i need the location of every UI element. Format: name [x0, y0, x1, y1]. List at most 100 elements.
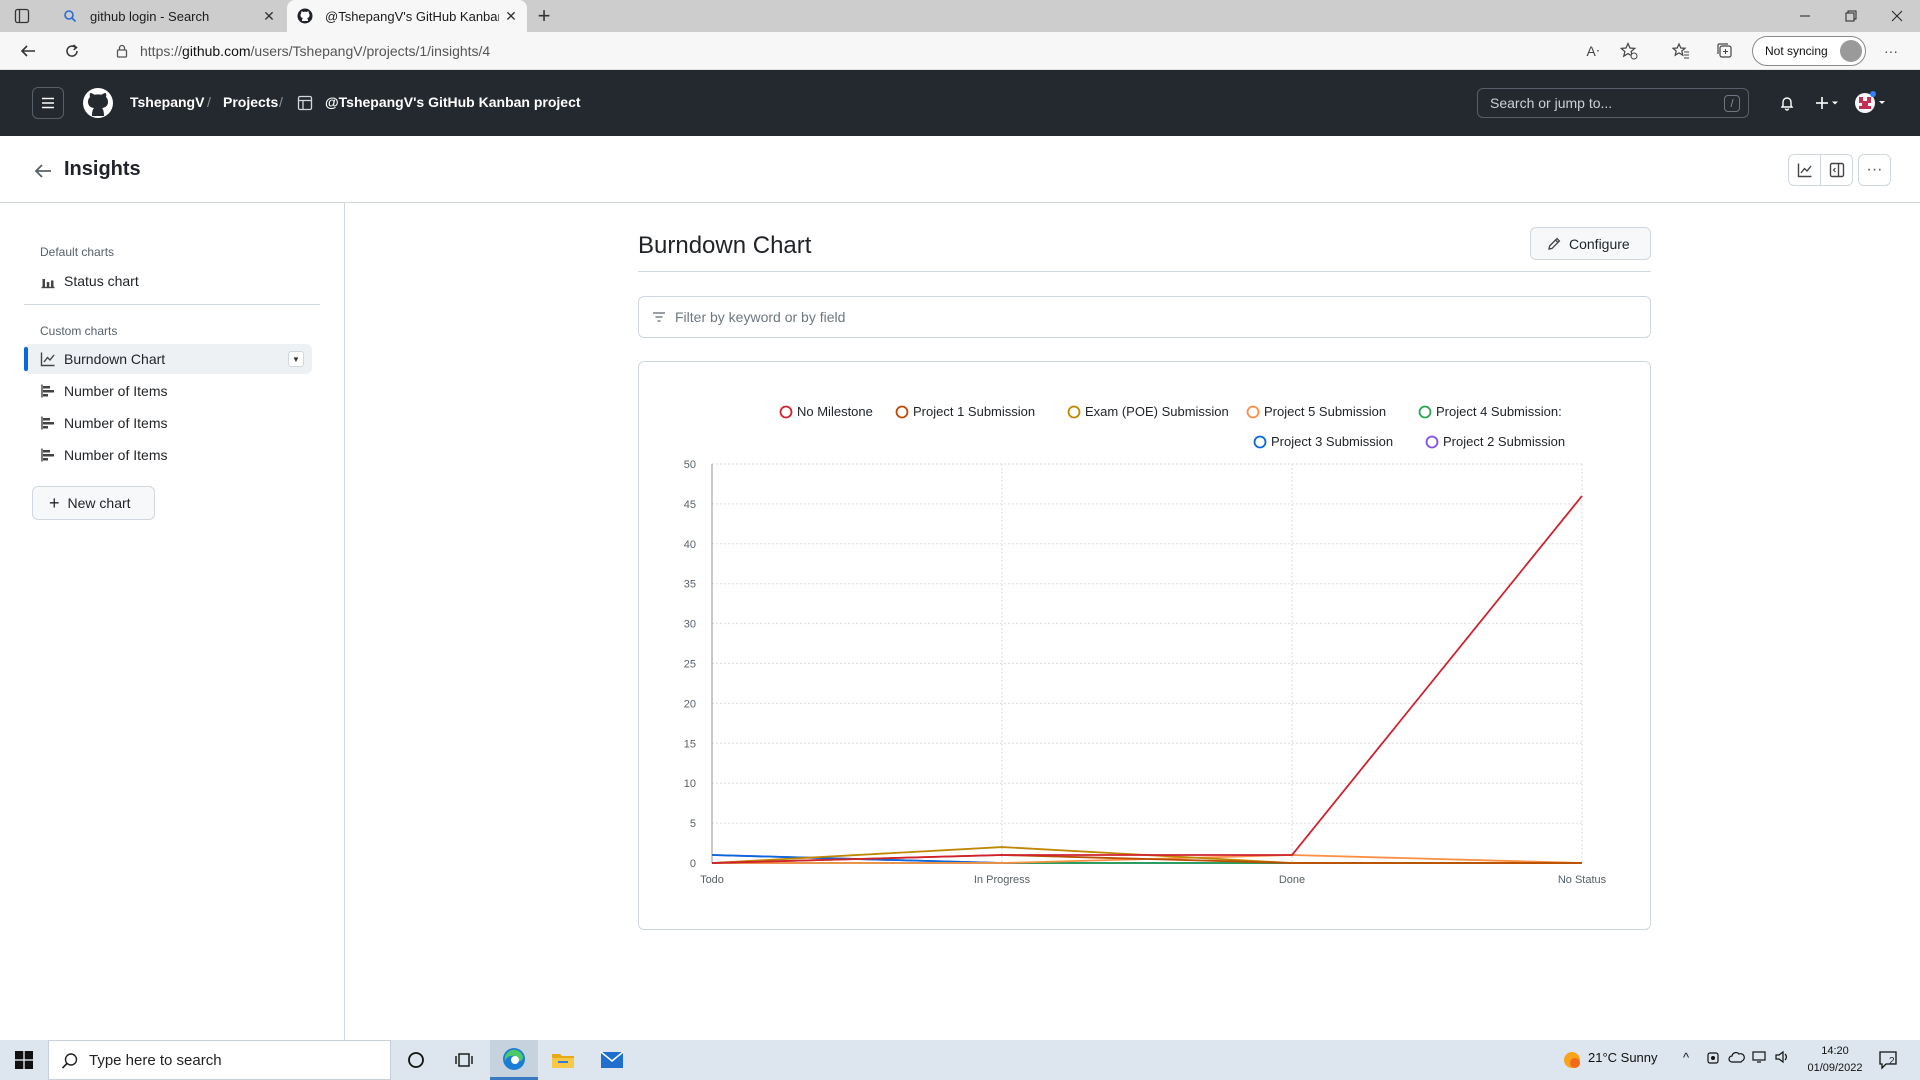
read-aloud-icon[interactable]: Aᐧ: [1580, 38, 1606, 64]
x-tick-label: Done: [1279, 874, 1305, 886]
legend-label: Project 5 Submission: [1264, 404, 1386, 419]
url-field[interactable]: https://github.com/users/TshepangV/proje…: [110, 35, 1610, 67]
chevron-down-icon[interactable]: ▼: [288, 351, 304, 367]
y-tick-label: 50: [684, 459, 696, 471]
volume-icon[interactable]: [1774, 1050, 1790, 1064]
chevron-up-icon[interactable]: ^: [1683, 1050, 1689, 1065]
search-icon: [62, 8, 78, 24]
close-tab-icon[interactable]: ✕: [499, 4, 523, 28]
sidebar-item-status-chart[interactable]: Status chart: [24, 266, 312, 296]
legend-label: Project 1 Submission: [913, 404, 1035, 419]
filter-placeholder: Filter by keyword or by field: [675, 309, 846, 325]
breadcrumb-separator: /: [207, 94, 211, 110]
user-avatar-icon[interactable]: [1854, 91, 1888, 114]
browser-tab-search[interactable]: github login - Search ✕: [52, 0, 285, 32]
pencil-icon: [1547, 237, 1561, 251]
legend-label: Exam (POE) Submission: [1085, 404, 1229, 419]
view-buttons: ···: [1788, 154, 1891, 186]
legend-label: No Milestone: [797, 404, 873, 419]
horizontal-bar-icon: [40, 383, 56, 399]
browser-tab-github[interactable]: @TshepangV's GitHub Kanban p ✕: [287, 0, 527, 32]
sync-status-button[interactable]: Not syncing: [1752, 36, 1866, 66]
legend-label: Project 4 Submission:: [1436, 404, 1562, 419]
github-search-input[interactable]: Search or jump to... /: [1477, 88, 1749, 118]
taskbar-search-placeholder: Type here to search: [89, 1051, 222, 1069]
sidebar-item-number-of-items[interactable]: Number of Items: [24, 440, 312, 470]
clock-time: 14:20: [1821, 1045, 1849, 1057]
windows-start-icon[interactable]: [0, 1040, 48, 1080]
menu-icon[interactable]: [32, 87, 64, 119]
close-tab-icon[interactable]: ✕: [257, 4, 281, 28]
weather-icon: [1562, 1050, 1582, 1070]
breadcrumb-projects[interactable]: Projects: [223, 94, 278, 110]
configure-label: Configure: [1569, 235, 1630, 252]
system-clock[interactable]: 14:20 01/09/2022: [1800, 1043, 1870, 1077]
y-tick-label: 0: [690, 858, 696, 870]
more-options-icon[interactable]: ···: [1878, 38, 1904, 64]
breadcrumb-user[interactable]: TshepangV: [130, 94, 204, 110]
configure-button[interactable]: Configure: [1530, 227, 1651, 260]
y-tick-label: 5: [690, 818, 696, 830]
chart-heading: Burndown Chart: [638, 232, 812, 259]
y-tick-label: 35: [684, 579, 696, 591]
line-chart-icon: [40, 351, 56, 367]
filter-icon: [651, 309, 667, 325]
minimize-icon[interactable]: [1782, 0, 1828, 32]
collections-icon[interactable]: [1712, 38, 1738, 64]
tab-label: github login - Search: [90, 8, 210, 24]
github-logo-icon[interactable]: [82, 87, 114, 119]
plus-icon: +: [49, 492, 60, 513]
chart-panel: 0 5 10 15 20 25 30 35 40 45 50 Todo In Progress Done N…: [638, 361, 1651, 930]
new-chart-label: New chart: [67, 495, 131, 511]
sidebar-item-number-of-items[interactable]: Number of Items: [24, 408, 312, 438]
onedrive-icon[interactable]: [1728, 1050, 1746, 1064]
sidebar-item-number-of-items[interactable]: Number of Items: [24, 376, 312, 406]
legend-marker: [895, 405, 909, 419]
back-arrow-icon[interactable]: [32, 160, 54, 182]
file-explorer-icon[interactable]: [539, 1040, 587, 1080]
url-path: /users/TshepangV/projects/1/insights/4: [250, 43, 491, 59]
create-new-icon[interactable]: [1812, 92, 1842, 114]
restore-icon[interactable]: [1828, 0, 1874, 32]
sync-label: Not syncing: [1765, 44, 1828, 58]
default-charts-heading: Default charts: [40, 245, 115, 259]
address-bar: https://github.com/users/TshepangV/proje…: [0, 32, 1920, 70]
network-icon[interactable]: [1752, 1050, 1768, 1064]
legend-marker: [1246, 405, 1260, 419]
sidebar-item-burndown-chart[interactable]: Burndown Chart ▼: [24, 344, 312, 374]
legend-marker: [1253, 435, 1267, 449]
filter-input[interactable]: Filter by keyword or by field: [638, 296, 1651, 338]
title-divider: [638, 271, 1651, 272]
meet-now-icon[interactable]: [1706, 1050, 1722, 1066]
close-window-icon[interactable]: [1874, 0, 1920, 32]
new-tab-button[interactable]: +: [532, 3, 556, 28]
add-favorite-icon[interactable]: [1616, 38, 1642, 64]
notification-count: 2: [1889, 1056, 1895, 1067]
y-tick-label: 40: [684, 539, 696, 551]
y-tick-label: 25: [684, 659, 696, 671]
weather-text[interactable]: 21°C Sunny: [1588, 1050, 1658, 1065]
notification-center-icon[interactable]: 2: [1876, 1048, 1902, 1072]
sidebar-toggle-icon[interactable]: [1820, 154, 1853, 186]
bell-icon[interactable]: [1775, 92, 1799, 114]
new-chart-button[interactable]: + New chart: [32, 486, 155, 520]
breadcrumb-project[interactable]: @TshepangV's GitHub Kanban project: [325, 94, 581, 110]
edge-browser-icon[interactable]: [490, 1040, 538, 1080]
tab-actions-icon[interactable]: [10, 7, 36, 25]
taskbar-search-input[interactable]: Type here to search: [48, 1040, 391, 1080]
sidebar-divider: [24, 304, 320, 305]
legend-label: Project 3 Submission: [1271, 434, 1393, 449]
breadcrumb-separator: /: [279, 94, 283, 110]
sidebar-item-label: Number of Items: [64, 383, 168, 399]
task-view-icon[interactable]: [440, 1040, 488, 1080]
series-line: [711, 495, 1583, 864]
cortana-icon[interactable]: [392, 1040, 440, 1080]
insights-header: Insights ···: [0, 136, 1920, 203]
refresh-icon[interactable]: [58, 37, 86, 65]
kebab-menu-icon[interactable]: ···: [1858, 154, 1891, 186]
favorites-icon[interactable]: [1668, 38, 1694, 64]
y-tick-label: 45: [684, 499, 696, 511]
mail-icon[interactable]: [588, 1040, 636, 1080]
graph-icon[interactable]: [1788, 154, 1821, 186]
back-icon[interactable]: [14, 37, 42, 65]
